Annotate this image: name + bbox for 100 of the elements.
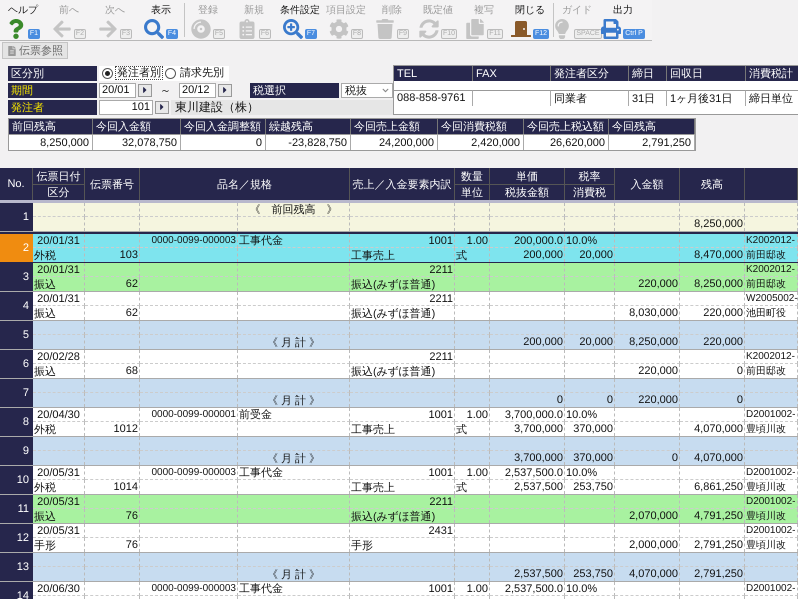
table-cell: 76: [85, 538, 140, 552]
table-cell: 《 月 計 》: [238, 393, 350, 407]
info-header-cell: TEL: [394, 66, 473, 81]
table-row[interactable]: 2 20/01/31 0000-0099-000003 工事代金 1001 1.00 200,000.0 10.0% K2002012- 外税 103 工事売上 式 200,000 20,000 8,470,000 前田邸改: [0, 232, 798, 263]
table-cell: 76: [85, 509, 140, 523]
table-cell: 370,000: [565, 451, 615, 465]
table-cell: 10.0%: [565, 466, 615, 480]
row-number: 14: [0, 582, 33, 599]
orderer-name-field: 東川建設（株）: [171, 100, 393, 114]
table-row[interactable]: 3 20/01/31 2211 K2002012- 振込 62 振込(みずほ普通) 220,000 8,250,000 前田邸改: [0, 263, 798, 292]
table-cell: 68: [85, 364, 140, 378]
table-row[interactable]: 11 20/05/31 2211 D2001002- 振込 76 振込(みずほ普通) 2,070,000 4,791,250 豊頃川改: [0, 495, 798, 524]
table-row[interactable]: 9 《 月 計 》 3,700,000 370,000 0 4,070,000: [0, 437, 798, 466]
orderer-code-field[interactable]: 101: [99, 100, 153, 114]
field-label: 税選択: [250, 82, 339, 98]
table-cell: 1001: [350, 466, 455, 480]
table-cell: 220,000: [615, 393, 680, 407]
table-cell: 2,537,500.0: [490, 466, 565, 480]
summary-header-cell: 今回残高: [609, 119, 695, 134]
table-cell: 《 前回残高 》: [238, 203, 350, 217]
table-cell: 4,070,000: [615, 567, 680, 581]
table-cell: 1.00: [455, 408, 490, 422]
radio-button[interactable]: [165, 68, 176, 78]
date-input-field[interactable]: 20/12: [179, 82, 216, 98]
table-cell: 工事売上: [350, 248, 455, 262]
tax-select-dropdown[interactable]: 税抜: [341, 82, 393, 98]
table-cell: 1012: [85, 422, 140, 436]
table-cell: 20/06/30: [33, 582, 85, 596]
table-cell: 2,537,500: [490, 567, 565, 581]
table-cell: 3,700,000.0: [490, 408, 565, 422]
row-number: 8: [0, 408, 33, 436]
table-cell: 2,791,250: [680, 538, 745, 552]
lookup-button[interactable]: [218, 84, 232, 96]
table-cell: 8,030,000: [615, 306, 680, 320]
date-input-field[interactable]: 20/01: [99, 82, 136, 98]
lookup-button[interactable]: [155, 100, 169, 114]
info-header-cell: 発注者区分: [551, 66, 629, 81]
slip-reference-tab[interactable]: 伝票参照: [2, 42, 68, 59]
table-cell: 0: [490, 393, 565, 407]
summary-header-cell: 繰越残高: [266, 119, 351, 134]
table-row[interactable]: 14 20/06/30 0000-0099-000003 工事代金 1001 1.00 2,537,500.0 10.0% D2001002-: [0, 582, 798, 599]
table-cell: 20/04/30: [33, 408, 85, 422]
table-cell: 0000-0099-000001: [140, 408, 238, 422]
column-header: 税率: [565, 168, 615, 184]
table-cell: K2002012-: [745, 234, 798, 248]
table-cell: 1.00: [455, 234, 490, 248]
summary-value-cell: 0: [181, 134, 266, 150]
summary-header-cell: 今回消費税額: [438, 119, 524, 134]
table-row[interactable]: 13 《 月 計 》 2,537,500 253,750 4,070,000 2,791,250: [0, 553, 798, 582]
summary-value-cell: 32,078,750: [93, 134, 181, 150]
table-row[interactable]: 8 20/04/30 0000-0099-000001 前受金 1001 1.00 3,700,000.0 10.0% D2001002- 外税 1012 工事売上 式 3,700,000 370,000 4,070,000 豊頃川改: [0, 408, 798, 437]
table-cell: 20/01/31: [33, 263, 85, 277]
table-cell: 220,000: [615, 277, 680, 291]
table-cell: 4,070,000: [680, 422, 745, 436]
radio-button[interactable]: [102, 68, 113, 78]
table-cell: W2005002-: [745, 292, 798, 306]
row-number: 10: [0, 466, 33, 494]
column-header: 売上／入金要素内訳: [350, 168, 455, 200]
table-cell: 8,250,000: [680, 277, 745, 291]
column-header: No.: [0, 168, 33, 200]
info-header-cell: 消費税計: [746, 66, 798, 81]
info-header-cell: FAX: [473, 66, 551, 81]
table-cell: 工事売上: [350, 480, 455, 494]
info-header-cell: 締日: [629, 66, 667, 81]
table-cell: 20/05/31: [33, 466, 85, 480]
row-number: 12: [0, 524, 33, 552]
table-cell: 2211: [350, 292, 455, 306]
table-cell: 振込: [33, 509, 85, 523]
lookup-button[interactable]: [138, 84, 152, 96]
table-row[interactable]: 6 20/02/28 2211 K2002012- 振込 68 振込(みずほ普通) 220,000 0 前田邸改: [0, 350, 798, 379]
table-cell: K2002012-: [745, 263, 798, 277]
row-number: 1: [0, 203, 33, 231]
table-cell: 振込(みずほ普通): [350, 277, 455, 291]
summary-header-cell: 今回売上税込額: [524, 119, 609, 134]
table-cell: K2002012-: [745, 350, 798, 364]
table-cell: 豊頃川改: [745, 480, 798, 494]
table-cell: 2211: [350, 263, 455, 277]
table-cell: 豊頃川改: [745, 509, 798, 523]
field-label: 区分別: [8, 66, 97, 80]
table-cell: 2,070,000: [615, 509, 680, 523]
info-value-cell: 同業者: [551, 90, 629, 106]
row-number: 5: [0, 321, 33, 349]
table-cell: 外税: [33, 422, 85, 436]
table-row[interactable]: 1 《 前回残高 》 8,250,000: [0, 203, 798, 232]
table-row[interactable]: 4 20/01/31 2211 W2005002- 振込 62 振込(みずほ普通) 8,030,000 220,000 池田町役: [0, 292, 798, 321]
table-row[interactable]: 5 《 月 計 》 200,000 20,000 8,250,000 220,000: [0, 321, 798, 350]
column-header: 単価: [490, 168, 565, 184]
table-row[interactable]: 10 20/05/31 0000-0099-000003 工事代金 1001 1.00 2,537,500.0 10.0% D2001002- 外税 1014 工事売上 式 2,537,500 253,750 6,861,250 豊頃川改: [0, 466, 798, 495]
table-row[interactable]: 12 20/05/31 2431 D2001002- 手形 76 手形 2,000,000 2,791,250 豊頃川改: [0, 524, 798, 553]
table-cell: 8,250,000: [615, 335, 680, 349]
info-value-cell: 088-858-9761: [394, 90, 473, 106]
table-cell: 前田邸改: [745, 364, 798, 378]
radio-label[interactable]: 発注者別: [115, 66, 163, 80]
table-cell: 6,861,250: [680, 480, 745, 494]
table-cell: 工事代金: [238, 234, 350, 248]
table-cell: 62: [85, 306, 140, 320]
field-label: 発注者: [8, 100, 97, 114]
radio-label[interactable]: 請求先別: [178, 66, 226, 80]
table-cell: 220,000: [680, 306, 745, 320]
table-row[interactable]: 7 《 月 計 》 0 0 220,000 0: [0, 379, 798, 408]
